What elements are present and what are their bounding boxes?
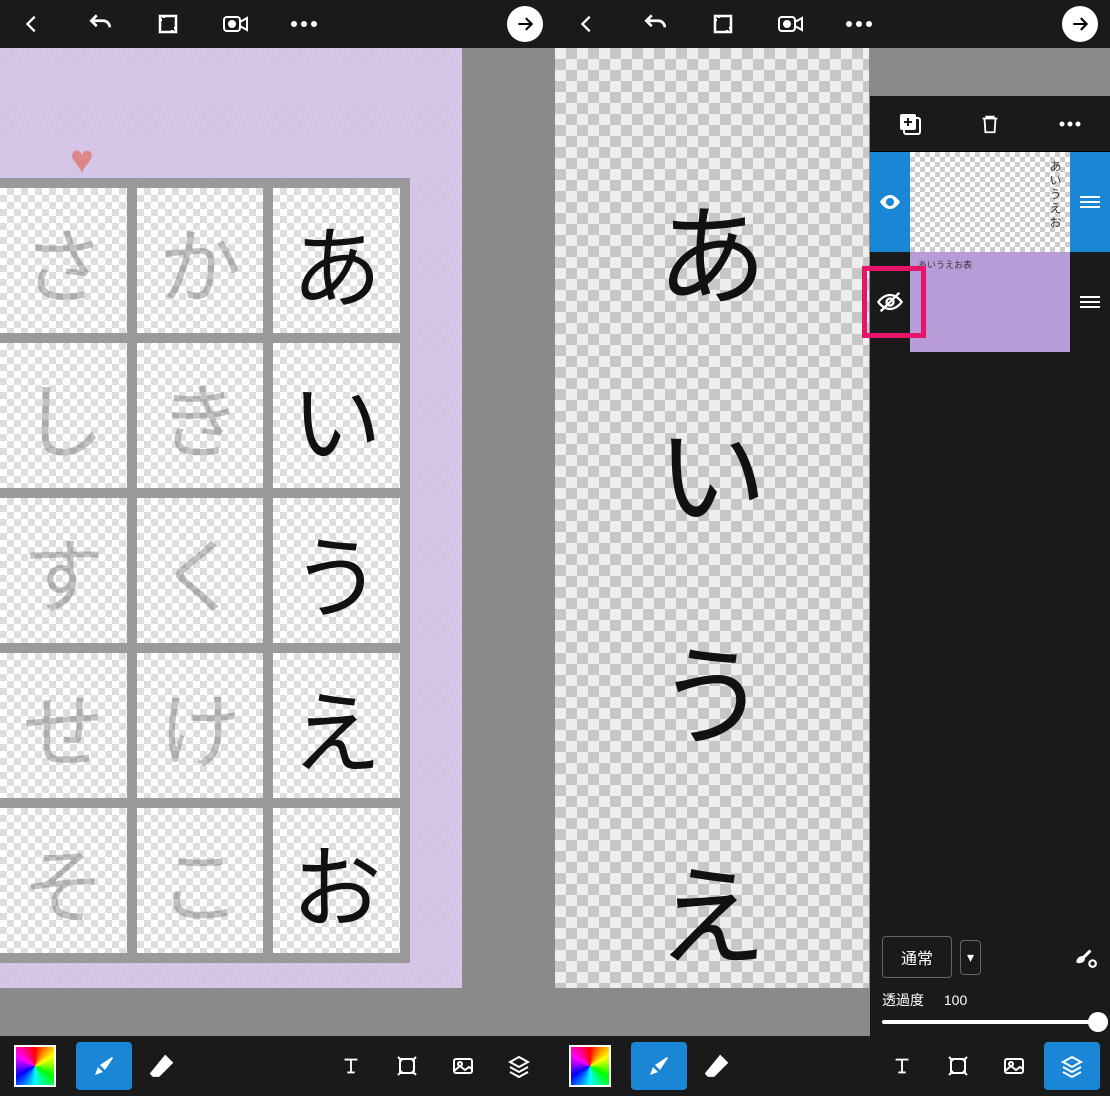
color-picker-button[interactable] <box>14 1045 56 1087</box>
image-tool-button[interactable] <box>986 1036 1042 1096</box>
screen-right: あいうえお あいうえお あいうえお表 <box>555 0 1110 1096</box>
layer-thumb-text: あいうえお表 <box>918 260 1062 344</box>
drag-handle-icon[interactable] <box>1070 252 1110 352</box>
text-tool-button[interactable] <box>323 1036 379 1096</box>
crop-button[interactable] <box>144 0 192 48</box>
heart-icon: ♥ <box>70 138 94 183</box>
eraser-tool-button[interactable] <box>134 1036 190 1096</box>
bottom-toolbar <box>555 1036 1110 1096</box>
grid-cell: そ <box>0 803 132 958</box>
grid-cell: せ <box>0 648 132 803</box>
undo-button[interactable] <box>631 0 679 48</box>
layer-panel: あいうえお あいうえお表 通常 ▾ <box>870 96 1110 1036</box>
clipping-mask-icon[interactable] <box>1072 943 1098 972</box>
grid-cell: さ <box>0 183 132 338</box>
grid-cell: こ <box>132 803 269 958</box>
text-tool-button[interactable] <box>874 1036 930 1096</box>
layers-button[interactable] <box>491 1036 547 1096</box>
undo-button[interactable] <box>76 0 124 48</box>
layer-row-1[interactable]: あいうえお <box>870 152 1110 252</box>
image-tool-button[interactable] <box>435 1036 491 1096</box>
top-toolbar <box>0 0 555 48</box>
record-button[interactable] <box>767 0 815 48</box>
hiragana-grid: さかあしきいすくうせけえそこお <box>0 178 410 963</box>
screen-left: ♥ さかあしきいすくうせけえそこお <box>0 0 555 1096</box>
canvas-character: あ <box>657 168 767 328</box>
layer-panel-footer: 通常 ▾ 透過度 100 <box>870 924 1110 1036</box>
layer-panel-header <box>870 96 1110 152</box>
layer-thumbnail: あいうえお表 <box>910 252 1070 352</box>
visibility-toggle-icon[interactable] <box>870 252 910 352</box>
canvas-area[interactable]: あいうえお あいうえお あいうえお表 <box>555 48 1110 1036</box>
eraser-tool-button[interactable] <box>689 1036 745 1096</box>
blend-mode-button[interactable]: 通常 <box>882 936 952 978</box>
blend-mode-dropdown-icon[interactable]: ▾ <box>960 940 981 975</box>
layer-row-2[interactable]: あいうえお表 <box>870 252 1110 352</box>
next-button[interactable] <box>1062 6 1098 42</box>
layers-button[interactable] <box>1044 1042 1100 1090</box>
canvas-content: あいうえお <box>555 48 869 988</box>
opacity-slider[interactable] <box>882 1020 1098 1024</box>
canvas-content: ♥ さかあしきいすくうせけえそこお <box>0 48 462 988</box>
top-toolbar <box>555 0 1110 48</box>
canvas-character: う <box>657 608 767 768</box>
transform-tool-button[interactable] <box>379 1036 435 1096</box>
add-layer-button[interactable] <box>885 96 935 152</box>
grid-cell: か <box>132 183 269 338</box>
crop-button[interactable] <box>699 0 747 48</box>
grid-cell: い <box>268 338 405 493</box>
drag-handle-icon[interactable] <box>1070 152 1110 252</box>
grid-cell: う <box>268 493 405 648</box>
color-picker-button[interactable] <box>569 1045 611 1087</box>
canvas-character: い <box>657 388 767 548</box>
back-button[interactable] <box>563 0 611 48</box>
grid-cell: し <box>0 338 132 493</box>
brush-tool-button[interactable] <box>76 1042 132 1090</box>
grid-cell: け <box>132 648 269 803</box>
delete-layer-button[interactable] <box>965 96 1015 152</box>
slider-thumb[interactable] <box>1088 1012 1108 1032</box>
canvas-character: え <box>657 828 767 988</box>
grid-cell: え <box>268 648 405 803</box>
layer-thumbnail: あいうえお <box>910 152 1070 252</box>
next-button[interactable] <box>507 6 543 42</box>
brush-tool-button[interactable] <box>631 1042 687 1090</box>
more-button[interactable] <box>835 0 883 48</box>
grid-cell: く <box>132 493 269 648</box>
canvas-area[interactable]: ♥ さかあしきいすくうせけえそこお <box>0 48 555 1036</box>
visibility-toggle-icon[interactable] <box>870 152 910 252</box>
more-button[interactable] <box>280 0 328 48</box>
grid-cell: あ <box>268 183 405 338</box>
record-button[interactable] <box>212 0 260 48</box>
opacity-value: 100 <box>944 992 967 1008</box>
transform-tool-button[interactable] <box>930 1036 986 1096</box>
back-button[interactable] <box>8 0 56 48</box>
bottom-toolbar <box>0 1036 555 1096</box>
grid-cell: き <box>132 338 269 493</box>
grid-cell: お <box>268 803 405 958</box>
layer-more-button[interactable] <box>1045 96 1095 152</box>
grid-cell: す <box>0 493 132 648</box>
layer-thumb-text: あいうえお <box>1047 160 1064 230</box>
opacity-label: 透過度 <box>882 990 924 1010</box>
